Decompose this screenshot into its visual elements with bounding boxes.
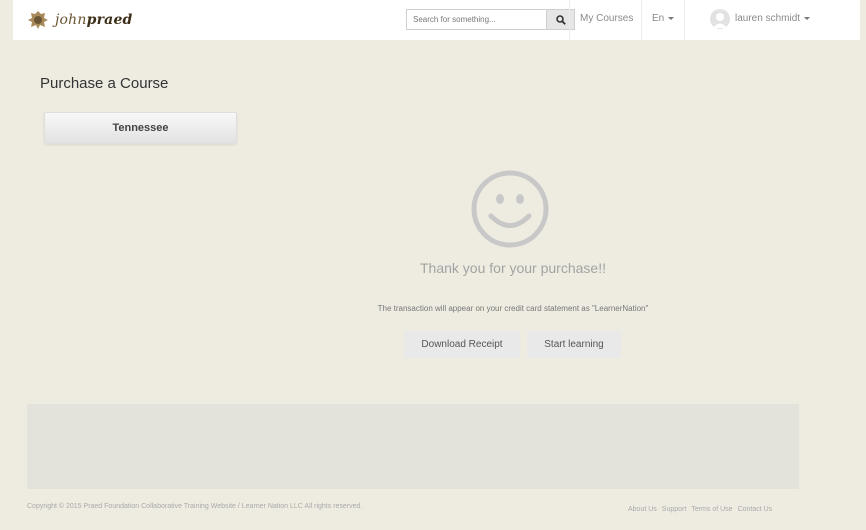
terms-of-use-link[interactable]: Terms of Use: [691, 506, 732, 513]
start-learning-button[interactable]: Start learning: [527, 331, 621, 358]
chevron-down-icon: [668, 16, 675, 20]
state-select-button[interactable]: Tennessee: [44, 112, 237, 144]
about-us-link[interactable]: About Us: [628, 506, 657, 513]
logo-wordmark: johnpraed: [55, 12, 133, 28]
crest-icon: [27, 10, 49, 30]
language-label: En: [652, 13, 665, 24]
smiley-face-icon: [470, 169, 550, 249]
search-input[interactable]: [406, 9, 547, 30]
search-icon: [555, 14, 566, 25]
statement-note: The transaction will appear on your cred…: [377, 304, 649, 313]
nav-divider: [569, 0, 570, 40]
bottom-content-panel: [27, 404, 799, 489]
site-logo[interactable]: johnpraed: [27, 8, 137, 32]
copyright-text: Copyright © 2015 Praed Foundation Collab…: [27, 503, 363, 510]
footer-links: About Us Support Terms of Use Contact Us: [628, 506, 772, 513]
nav-divider: [684, 0, 685, 40]
thank-you-message: Thank you for your purchase!!: [420, 260, 606, 276]
contact-us-link[interactable]: Contact Us: [738, 506, 773, 513]
support-link[interactable]: Support: [662, 506, 687, 513]
my-courses-link[interactable]: My Courses: [580, 13, 633, 24]
user-avatar-icon[interactable]: [710, 9, 730, 29]
chevron-down-icon: [804, 16, 811, 20]
search-button[interactable]: [547, 9, 575, 30]
nav-divider: [641, 0, 642, 40]
user-menu-dropdown[interactable]: lauren schmidt: [735, 13, 811, 24]
download-receipt-button[interactable]: Download Receipt: [404, 331, 520, 358]
language-dropdown[interactable]: En: [652, 13, 675, 24]
user-name: lauren schmidt: [735, 13, 801, 24]
page-title: Purchase a Course: [40, 75, 169, 92]
top-navigation-bar: johnpraed My Courses En lauren schmidt: [13, 0, 860, 40]
